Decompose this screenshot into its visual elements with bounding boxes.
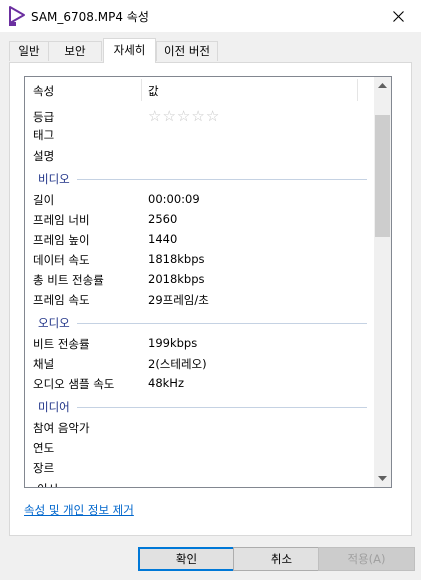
list-item[interactable]: 프레임 높이 1440 [25, 230, 377, 250]
tab-security[interactable]: 보안 [48, 41, 102, 61]
star-icon[interactable]: ☆ [162, 108, 175, 124]
arrow-up-icon [378, 83, 387, 88]
arrow-down-icon [378, 476, 387, 481]
property-list[interactable]: 속성 값 등급 ☆ ☆ ☆ ☆ ☆ 태그 설명 비디오 길이 00:00:09 … [24, 76, 392, 488]
list-item[interactable]: 데이터 속도 1818kbps [25, 250, 377, 270]
column-divider[interactable] [141, 79, 142, 101]
star-icon[interactable]: ☆ [206, 108, 219, 124]
list-item[interactable]: 오디오 샘플 속도 48kHz [25, 374, 377, 394]
list-item[interactable]: 총 비트 전송률 2018kbps [25, 270, 377, 290]
rating-stars[interactable]: ☆ ☆ ☆ ☆ ☆ [148, 108, 219, 124]
scroll-up-button[interactable] [374, 77, 391, 94]
scroll-thumb[interactable] [375, 115, 390, 237]
list-item[interactable]: 설명 [25, 146, 377, 166]
star-icon[interactable]: ☆ [148, 108, 161, 124]
vertical-scrollbar[interactable] [374, 77, 391, 487]
list-item[interactable]: 길이 00:00:09 [25, 190, 377, 210]
title-bar: SAM_6708.MP4 속성 [0, 0, 421, 32]
list-item[interactable]: 태그 [25, 125, 377, 145]
tab-general[interactable]: 일반 [9, 41, 49, 61]
window-title: SAM_6708.MP4 속성 [31, 10, 149, 24]
list-header: 속성 값 [25, 77, 377, 103]
cancel-button[interactable]: 취소 [233, 547, 330, 571]
group-divider [77, 407, 367, 408]
ok-button[interactable]: 확인 [138, 547, 235, 571]
list-item[interactable]: 참여 음악가 [25, 418, 377, 438]
close-button[interactable] [375, 0, 421, 32]
group-header-video[interactable]: 비디오 [25, 169, 377, 189]
remove-properties-link[interactable]: 속성 및 개인 정보 제거 [24, 502, 134, 518]
list-item[interactable]: 비트 전송률 199kbps [25, 334, 377, 354]
list-item[interactable]: 프레임 너비 2560 [25, 210, 377, 230]
group-header-audio[interactable]: 오디오 [25, 313, 377, 333]
video-file-icon [9, 6, 25, 26]
star-icon[interactable]: ☆ [177, 108, 190, 124]
list-item[interactable]: 프레임 속도 29프레임/초 [25, 290, 377, 310]
list-item[interactable]: 연도 [25, 438, 377, 458]
list-item[interactable]: 장르 [25, 458, 377, 478]
tab-details[interactable]: 자세히 [103, 38, 156, 63]
close-icon [392, 10, 404, 22]
group-divider [77, 323, 367, 324]
tab-previous-versions[interactable]: 이전 버전 [156, 41, 218, 61]
group-divider [77, 179, 367, 180]
column-header-property[interactable]: 속성 [33, 83, 54, 99]
list-item[interactable]: 이시 [25, 479, 377, 487]
tab-bar: 일반 보안 자세히 이전 버전 [0, 38, 421, 63]
group-header-media[interactable]: 미디어 [25, 397, 377, 417]
list-item[interactable]: 등급 ☆ ☆ ☆ ☆ ☆ [25, 107, 377, 127]
apply-button[interactable]: 적용(A) [318, 547, 415, 571]
star-icon[interactable]: ☆ [191, 108, 204, 124]
scroll-down-button[interactable] [374, 470, 391, 487]
column-header-value[interactable]: 값 [148, 83, 159, 99]
list-item[interactable]: 채널 2(스테레오) [25, 354, 377, 374]
column-divider[interactable] [357, 79, 358, 101]
